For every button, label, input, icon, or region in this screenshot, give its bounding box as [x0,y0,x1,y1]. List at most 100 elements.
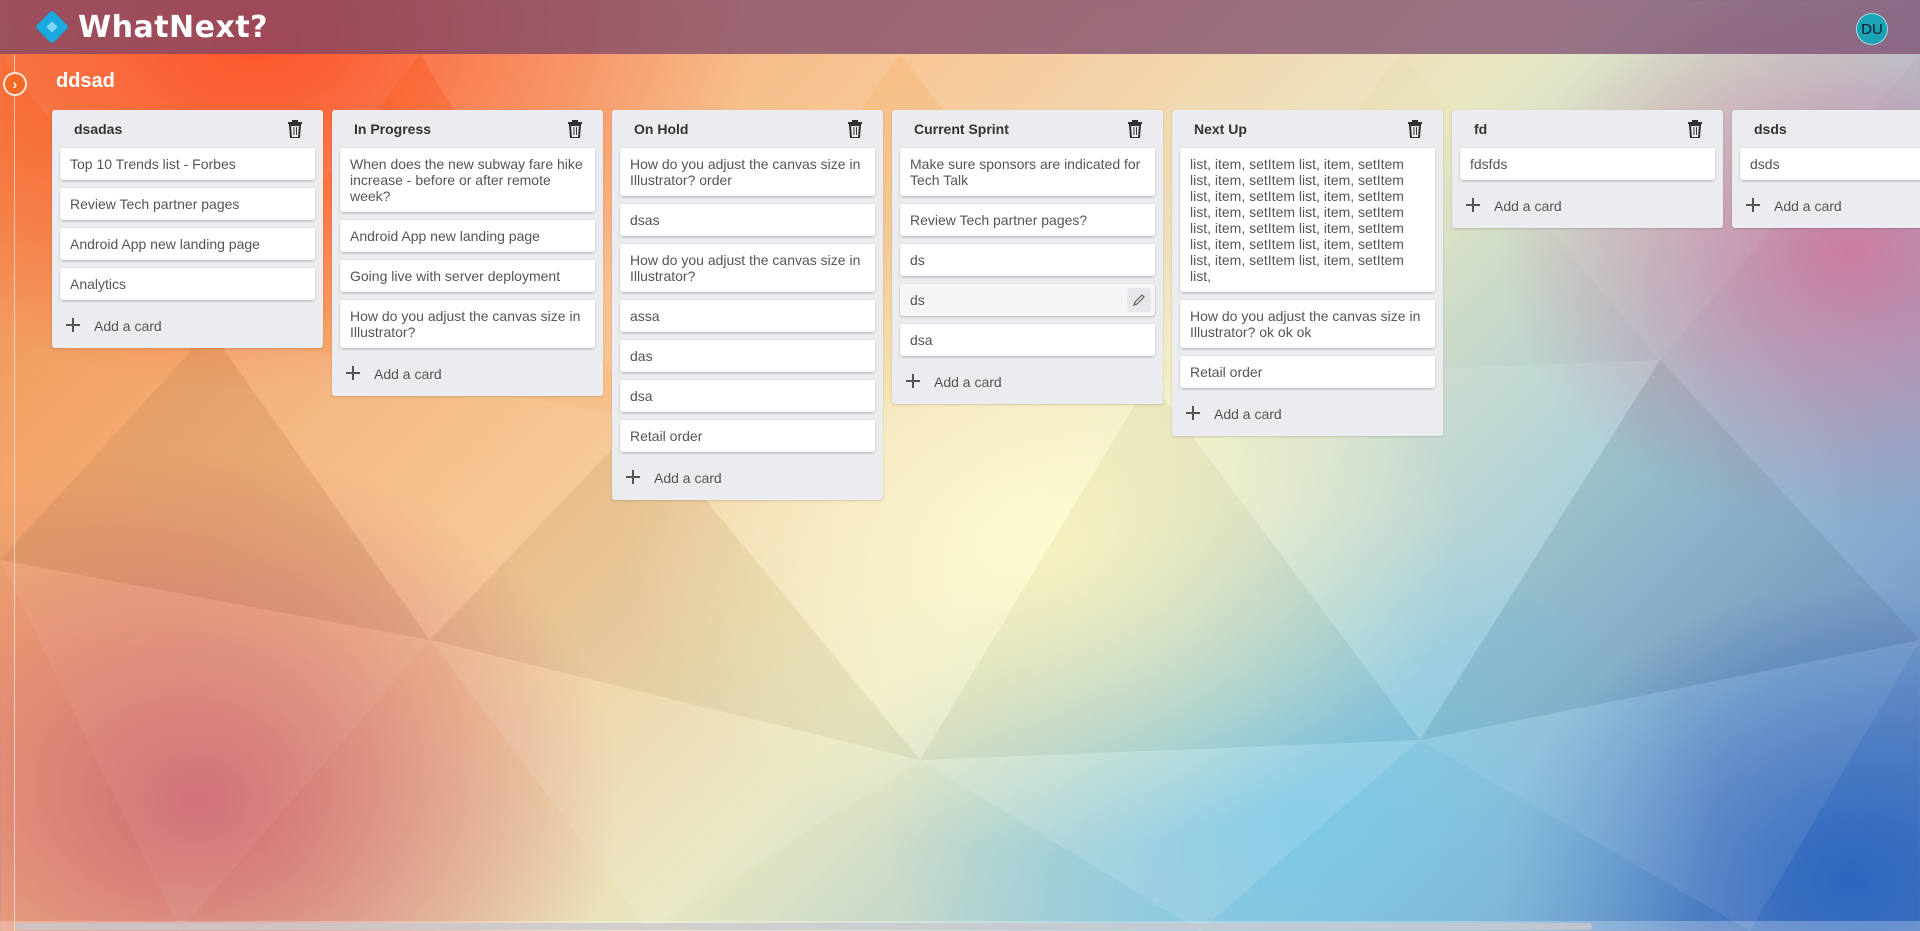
add-card-label: Add a card [374,366,442,382]
card[interactable]: How do you adjust the canvas size in Ill… [620,244,875,292]
plus-icon [346,365,374,383]
card[interactable]: Retail order [620,420,875,452]
trash-icon[interactable] [287,120,303,138]
add-card-button[interactable]: Add a card [1732,188,1920,224]
card[interactable]: Review Tech partner pages? [900,204,1155,236]
chevron-right-icon: › [12,76,18,92]
card-text: Going live with server deployment [350,268,561,284]
plus-icon [906,373,934,391]
card-text: ds [910,252,925,268]
card-text: Review Tech partner pages? [910,212,1088,228]
card-list: When does the new subway fare hike incre… [332,148,603,348]
card-text: dsa [910,332,933,348]
card[interactable]: Analytics [60,268,315,300]
user-avatar[interactable]: DU [1856,13,1888,45]
card[interactable]: Android App new landing page [60,228,315,260]
card[interactable]: dsa [620,380,875,412]
list-header: In Progress [332,110,603,148]
trash-icon[interactable] [1687,120,1703,138]
list-column[interactable]: dsds dsds Add a card [1732,110,1920,228]
list-column[interactable]: On Hold How do you adjust the canvas size… [612,110,883,500]
card-text: Retail order [630,428,703,444]
app-logo[interactable]: WhatNext? [35,9,269,45]
card[interactable]: Android App new landing page [340,220,595,252]
list-column[interactable]: dsadas Top 10 Trends list - Forbes Review … [52,110,323,348]
card[interactable]: dsds [1740,148,1920,180]
card[interactable]: das [620,340,875,372]
list-column[interactable]: Current Sprint Make sure sponsors are ind… [892,110,1163,404]
add-card-button[interactable]: Add a card [52,308,323,344]
card-list: dsds [1732,148,1920,180]
card[interactable]: list, item, setItem list, item, setItem … [1180,148,1435,292]
trash-icon[interactable] [847,120,863,138]
card-list: fdsfds [1452,148,1723,180]
card-text: list, item, setItem list, item, setItem … [1190,156,1404,284]
card-list: How do you adjust the canvas size in Ill… [612,148,883,452]
horizontal-scrollbar[interactable] [0,921,1920,931]
card[interactable]: Make sure sponsors are indicated for Tec… [900,148,1155,196]
card-text: dsds [1750,156,1780,172]
scrollbar-thumb[interactable] [16,923,1592,930]
card[interactable]: assa [620,300,875,332]
card-text: Review Tech partner pages [70,196,240,212]
trash-icon[interactable] [1127,120,1143,138]
list-title[interactable]: In Progress [354,121,431,137]
card[interactable]: ds [900,284,1155,316]
card[interactable]: dsa [900,324,1155,356]
card[interactable]: fdsfds [1460,148,1715,180]
list-header: fd [1452,110,1723,148]
card[interactable]: How do you adjust the canvas size in Ill… [340,300,595,348]
plus-icon [1466,197,1494,215]
card-text: dsas [630,212,660,228]
add-card-button[interactable]: Add a card [612,460,883,496]
add-card-label: Add a card [1774,198,1842,214]
add-card-button[interactable]: Add a card [892,364,1163,400]
list-column[interactable]: Next Up list, item, setItem list, item, s… [1172,110,1443,436]
sidebar-toggle-button[interactable]: › [3,72,27,96]
add-card-button[interactable]: Add a card [1452,188,1723,224]
logo-diamond-icon [35,10,69,44]
card[interactable]: Top 10 Trends list - Forbes [60,148,315,180]
trash-icon[interactable] [1407,120,1423,138]
add-card-button[interactable]: Add a card [1172,396,1443,432]
card-text: ds [910,292,925,308]
list-header: Next Up [1172,110,1443,148]
card-text: When does the new subway fare hike incre… [350,156,583,204]
plus-icon [1186,405,1214,423]
list-title[interactable]: dsds [1754,121,1787,137]
add-card-label: Add a card [94,318,162,334]
list-title[interactable]: Current Sprint [914,121,1009,137]
card[interactable]: How do you adjust the canvas size in Ill… [1180,300,1435,348]
card[interactable]: ds [900,244,1155,276]
card-text: How do you adjust the canvas size in Ill… [630,156,861,188]
add-card-button[interactable]: Add a card [332,356,603,392]
list-title[interactable]: fd [1474,121,1487,137]
card[interactable]: Retail order [1180,356,1435,388]
list-title[interactable]: On Hold [634,121,688,137]
card[interactable]: Review Tech partner pages [60,188,315,220]
card[interactable]: When does the new subway fare hike incre… [340,148,595,212]
add-card-label: Add a card [654,470,722,486]
add-card-label: Add a card [1214,406,1282,422]
card-text: Retail order [1190,364,1263,380]
card-list: Make sure sponsors are indicated for Tec… [892,148,1163,356]
card-text: How do you adjust the canvas size in Ill… [1190,308,1421,340]
app-name: WhatNext? [78,9,269,45]
card[interactable]: dsas [620,204,875,236]
card-text: Android App new landing page [70,236,260,252]
card-text: fdsfds [1470,156,1508,172]
list-header: dsadas [52,110,323,148]
card-text: Make sure sponsors are indicated for Tec… [910,156,1141,188]
pencil-icon[interactable] [1127,288,1151,312]
list-header: On Hold [612,110,883,148]
top-bar: WhatNext? DU [0,0,1920,54]
list-column[interactable]: In Progress When does the new subway fare… [332,110,603,396]
card-text: assa [630,308,660,324]
list-column[interactable]: fd fdsfds Add a card [1452,110,1723,228]
card[interactable]: Going live with server deployment [340,260,595,292]
list-title[interactable]: Next Up [1194,121,1247,137]
card[interactable]: How do you adjust the canvas size in Ill… [620,148,875,196]
list-title[interactable]: dsadas [74,121,122,137]
trash-icon[interactable] [567,120,583,138]
list-header: Current Sprint [892,110,1163,148]
